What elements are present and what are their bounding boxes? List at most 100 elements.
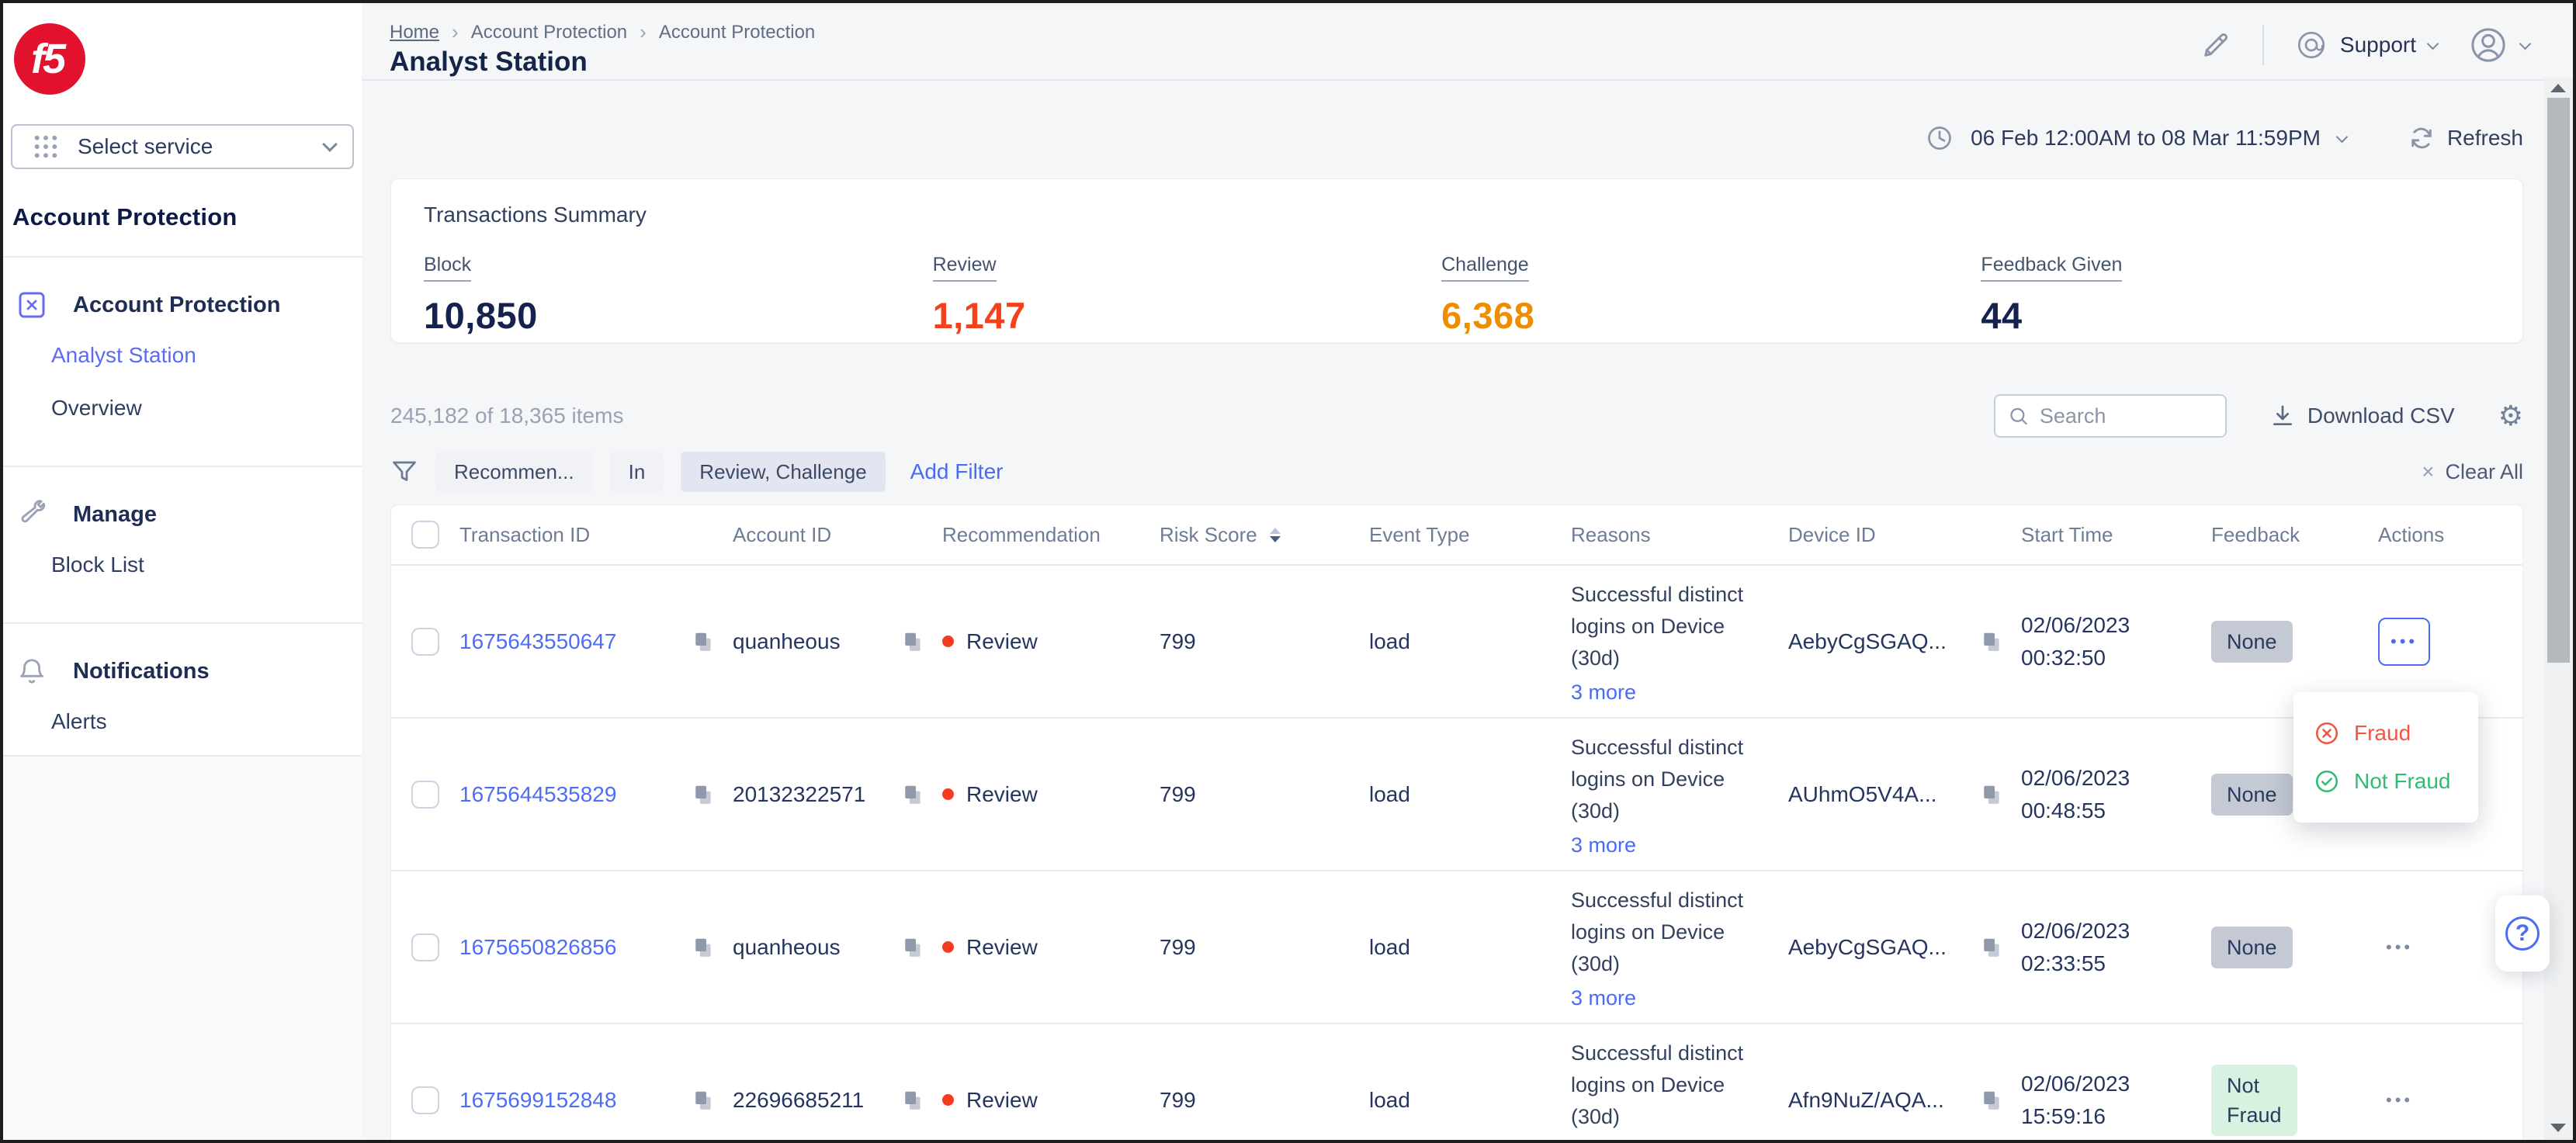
close-icon: ×	[2422, 459, 2434, 484]
copy-icon[interactable]	[691, 1089, 714, 1112]
col-reasons[interactable]: Reasons	[1571, 523, 1788, 547]
stat-label[interactable]: Challenge	[1441, 254, 1529, 282]
clock-icon	[1926, 124, 1954, 152]
summary-title: Transactions Summary	[424, 203, 2490, 227]
copy-icon[interactable]	[1979, 1089, 2002, 1112]
row-actions-button[interactable]: •••	[2378, 927, 2421, 968]
pencil-icon[interactable]	[2200, 29, 2231, 61]
row-actions-button[interactable]: •••	[2378, 618, 2430, 666]
reasons-more-link[interactable]: 2 more	[1571, 1139, 1636, 1143]
copy-icon[interactable]	[691, 783, 714, 806]
reasons-more-link[interactable]: 3 more	[1571, 681, 1636, 705]
sidebar-item-block-list[interactable]: Block List	[3, 539, 362, 591]
sidebar-item-manage[interactable]: Manage	[3, 490, 362, 539]
account-id: 20132322571	[733, 782, 865, 807]
stat-label[interactable]: Review	[933, 254, 997, 282]
search-input[interactable]	[2040, 404, 2213, 428]
support-menu[interactable]: Support	[2295, 29, 2437, 61]
col-actions: Actions	[2378, 523, 2522, 547]
copy-icon[interactable]	[1979, 936, 2002, 959]
copy-icon[interactable]	[691, 630, 714, 653]
select-all-checkbox[interactable]	[411, 521, 439, 549]
row-checkbox[interactable]	[411, 628, 439, 656]
filter-field-chip[interactable]: Recommen...	[435, 452, 593, 492]
vertical-scrollbar[interactable]	[2544, 78, 2573, 1140]
refresh-button[interactable]: Refresh	[2408, 125, 2523, 151]
col-feedback[interactable]: Feedback	[2211, 523, 2378, 547]
copy-icon[interactable]	[1979, 630, 2002, 653]
start-time: 02/06/202302:33:55	[2021, 915, 2211, 980]
copy-icon[interactable]	[691, 936, 714, 959]
sidebar-item-overview[interactable]: Overview	[3, 382, 362, 435]
row-actions-button[interactable]: •••	[2378, 1079, 2421, 1121]
service-selector[interactable]: Select service	[11, 124, 354, 169]
filter-operator-chip[interactable]: In	[610, 452, 664, 492]
account-menu[interactable]	[2468, 25, 2529, 65]
copy-icon[interactable]	[900, 936, 924, 959]
row-checkbox[interactable]	[411, 933, 439, 961]
col-start-time[interactable]: Start Time	[2021, 523, 2211, 547]
transaction-id-link[interactable]: 1675650826856	[459, 935, 616, 960]
col-device-id[interactable]: Device ID	[1788, 523, 2021, 547]
col-account-id[interactable]: Account ID	[733, 523, 942, 547]
filter-value-chip[interactable]: Review, Challenge	[681, 452, 885, 492]
download-csv-button[interactable]: Download CSV	[2270, 404, 2455, 428]
scroll-down-arrow[interactable]	[2550, 1124, 2566, 1132]
copy-icon[interactable]	[900, 630, 924, 653]
date-range-picker[interactable]: 06 Feb 12:00AM to 08 Mar 11:59PM	[1971, 126, 2321, 151]
copy-icon[interactable]	[900, 783, 924, 806]
scroll-up-arrow[interactable]	[2550, 84, 2566, 92]
scrollbar-thumb[interactable]	[2547, 98, 2570, 663]
sidebar-item-label: Notifications	[73, 659, 210, 684]
sidebar-item-account-protection[interactable]: Account Protection	[3, 281, 362, 329]
feedback-badge: Not Fraud	[2211, 1065, 2297, 1136]
clear-all-button[interactable]: × Clear All	[2422, 459, 2523, 484]
gear-icon[interactable]: ⚙	[2498, 402, 2523, 430]
row-checkbox[interactable]	[411, 781, 439, 809]
clear-all-label: Clear All	[2445, 460, 2523, 484]
col-transaction-id[interactable]: Transaction ID	[459, 523, 733, 547]
sort-icon[interactable]	[1270, 528, 1281, 542]
filter-bar: Recommen... In Review, Challenge Add Fil…	[390, 452, 2523, 492]
download-csv-label: Download CSV	[2307, 404, 2455, 428]
stat-label[interactable]: Block	[424, 254, 471, 282]
menu-item-fraud[interactable]: Fraud	[2293, 709, 2478, 757]
transaction-id-link[interactable]: 1675643550647	[459, 629, 616, 654]
search-box[interactable]	[1994, 394, 2227, 438]
risk-score: 799	[1160, 1088, 1369, 1113]
add-filter-button[interactable]: Add Filter	[910, 459, 1004, 484]
feedback-action-menu: Fraud Not Fraud	[2293, 692, 2478, 823]
breadcrumb-home-link[interactable]: Home	[390, 22, 439, 43]
reasons-more-link[interactable]: 3 more	[1571, 833, 1636, 857]
at-icon	[2295, 29, 2328, 61]
copy-icon[interactable]	[1979, 783, 2002, 806]
table-header-row: Transaction ID Account ID Recommendation…	[391, 505, 2522, 566]
stat-value: 1,147	[933, 294, 1442, 337]
col-recommendation[interactable]: Recommendation	[942, 523, 1160, 547]
question-icon: ?	[2505, 916, 2540, 951]
risk-score: 799	[1160, 935, 1369, 960]
col-event-type[interactable]: Event Type	[1369, 523, 1571, 547]
sidebar-item-analyst-station[interactable]: Analyst Station	[3, 329, 362, 382]
col-risk-score[interactable]: Risk Score	[1160, 523, 1369, 547]
risk-score: 799	[1160, 782, 1369, 807]
transactions-summary-card: Transactions Summary Block 10,850 Review…	[390, 178, 2523, 343]
stat-label[interactable]: Feedback Given	[1981, 254, 2122, 282]
sidebar-footer-area	[3, 755, 362, 1140]
reasons-more-link[interactable]: 3 more	[1571, 986, 1636, 1010]
sidebar-item-alerts[interactable]: Alerts	[3, 695, 362, 748]
account-protection-icon	[16, 289, 48, 321]
transaction-id-link[interactable]: 1675699152848	[459, 1088, 616, 1113]
row-checkbox[interactable]	[411, 1086, 439, 1114]
copy-icon[interactable]	[900, 1089, 924, 1112]
table-row: 167569915284822696685211Review799loadSuc…	[391, 1024, 2522, 1143]
risk-score: 799	[1160, 629, 1369, 654]
transaction-id-link[interactable]: 1675644535829	[459, 782, 616, 807]
help-button[interactable]: ?	[2495, 895, 2550, 972]
recommendation: Review	[966, 629, 1038, 654]
sidebar-item-notifications[interactable]: Notifications	[3, 647, 362, 695]
breadcrumb-item[interactable]: Account Protection	[471, 22, 627, 43]
feedback-badge: None	[2211, 927, 2293, 968]
breadcrumb-separator: ›	[640, 20, 647, 44]
menu-item-not-fraud[interactable]: Not Fraud	[2293, 757, 2478, 805]
